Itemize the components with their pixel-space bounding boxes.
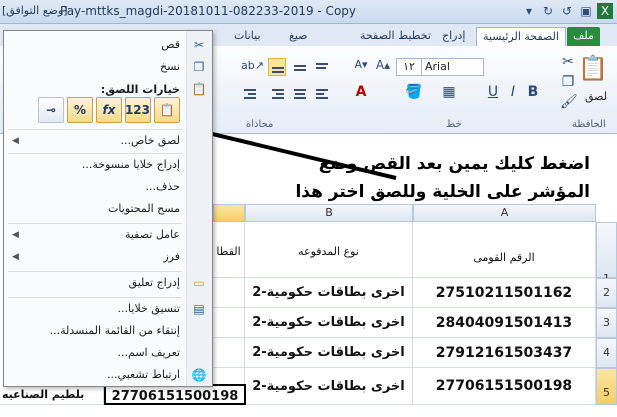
- menu-item-label: عامل تصفية: [124, 228, 180, 241]
- menu-item-insert-comment[interactable]: ▭ إدراج تعليق: [4, 273, 212, 293]
- paste-option-formatting-icon[interactable]: %: [67, 97, 93, 123]
- menu-item-paste-special[interactable]: لصق خاص... ◀: [4, 131, 212, 151]
- submenu-arrow-icon: ◀: [12, 136, 19, 146]
- cut-icon: ✂: [193, 38, 205, 52]
- menu-item-label: إدراج خلايا منسوخة...: [81, 158, 180, 171]
- paste-option-formulas-icon[interactable]: fx: [96, 97, 122, 123]
- menu-item-label: إنتقاء من القائمة المنسدلة...: [49, 324, 180, 337]
- menu-item-label: مسح المحتويات: [108, 202, 180, 215]
- menu-separator: [8, 223, 182, 224]
- menu-item-hyperlink[interactable]: 🌐 ارتباط تشعبي...: [4, 365, 212, 385]
- menu-item-copy-label: نسخ: [160, 60, 180, 73]
- menu-item-label: تنسيق خلايا...: [117, 302, 180, 315]
- menu-item-label: فرز: [163, 250, 180, 263]
- menu-separator: [8, 297, 182, 298]
- menu-separator: [8, 153, 182, 154]
- menu-item-label: تعريف اسم...: [117, 346, 180, 359]
- menu-item-copy[interactable]: ❐ نسخ: [4, 57, 212, 77]
- menu-item-sort[interactable]: فرز ◀: [4, 247, 212, 267]
- paste-options-title: خيارات اللصق:: [100, 83, 180, 96]
- paste-option-paste-icon[interactable]: 📋: [154, 97, 180, 123]
- menu-item-filter[interactable]: عامل تصفية ◀: [4, 225, 212, 245]
- menu-item-label: لصق خاص...: [120, 134, 180, 147]
- paste-option-values-icon[interactable]: 123: [125, 97, 151, 123]
- menu-item-label: إدراج تعليق: [128, 276, 180, 289]
- format-cells-icon: ▤: [193, 302, 205, 316]
- menu-item-cut[interactable]: ✂ قص: [4, 35, 212, 55]
- menu-item-pick-from-list[interactable]: إنتقاء من القائمة المنسدلة...: [4, 321, 212, 341]
- menu-item-label: حذف...: [145, 180, 180, 193]
- menu-separator: [8, 271, 182, 272]
- copy-icon: ❐: [193, 60, 205, 74]
- submenu-arrow-icon: ◀: [12, 252, 19, 262]
- menu-separator: [8, 129, 182, 130]
- submenu-arrow-icon: ◀: [12, 230, 19, 240]
- paste-options-icon: 📋: [191, 82, 207, 96]
- paste-option-link-icon[interactable]: ⊸: [38, 97, 64, 123]
- hyperlink-globe-icon: 🌐: [191, 368, 207, 382]
- menu-item-clear-contents[interactable]: مسح المحتويات: [4, 199, 212, 219]
- menu-item-insert-copied-cells[interactable]: إدراج خلايا منسوخة...: [4, 155, 212, 175]
- comment-icon: ▭: [193, 276, 205, 290]
- menu-item-label: ارتباط تشعبي...: [107, 368, 180, 381]
- menu-item-define-name[interactable]: تعريف اسم...: [4, 343, 212, 363]
- menu-item-cut-label: قص: [161, 38, 180, 51]
- menu-item-delete[interactable]: حذف...: [4, 177, 212, 197]
- menu-item-format-cells[interactable]: ▤ تنسيق خلايا...: [4, 299, 212, 319]
- context-menu: ✂ قص ❐ نسخ 📋 خيارات اللصق: 📋 123 fx % ⊸ …: [3, 30, 213, 387]
